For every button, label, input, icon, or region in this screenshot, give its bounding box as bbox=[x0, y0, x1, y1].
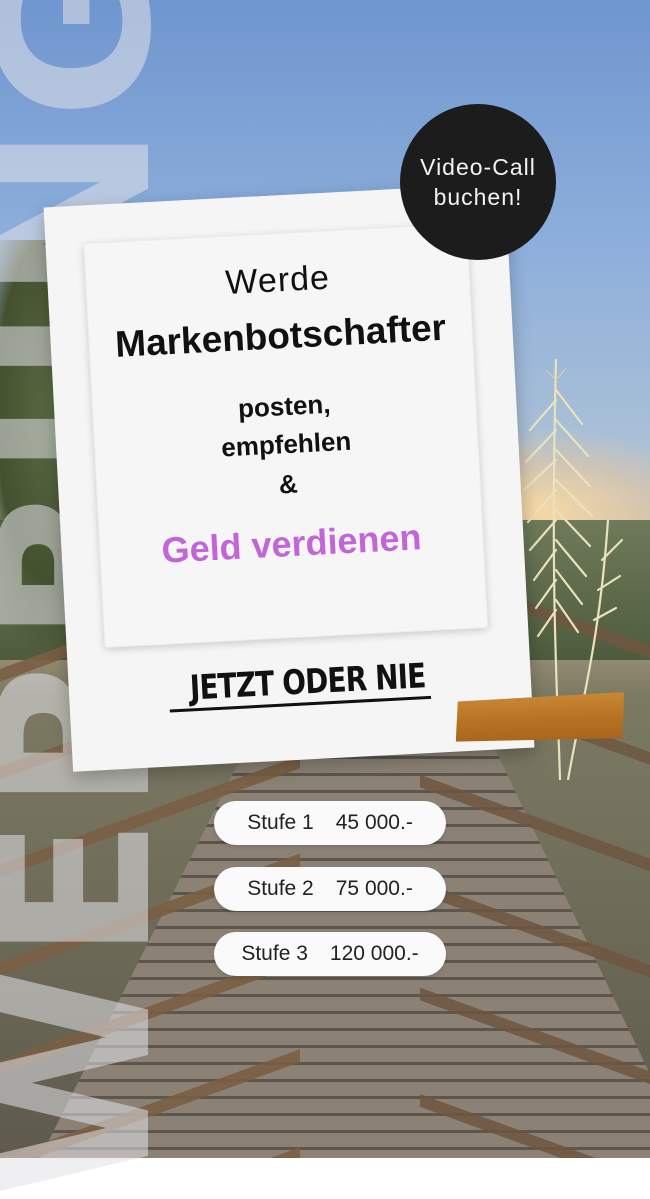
tier-pill-3[interactable]: Stufe 3 120 000.- bbox=[214, 932, 446, 976]
video-call-label-line2: buchen! bbox=[433, 184, 523, 210]
video-call-label-line1: Video-Call bbox=[420, 154, 536, 180]
tier-label: Stufe 2 bbox=[247, 877, 314, 900]
cta-label: JETZT ODER NIE bbox=[167, 655, 432, 713]
text-geld-verdienen: Geld verdienen bbox=[160, 516, 423, 571]
video-call-button[interactable]: Video-Call buchen! bbox=[400, 104, 556, 260]
tier-amount: 120 000.- bbox=[329, 942, 419, 965]
tier-label: Stufe 3 bbox=[241, 942, 308, 965]
headline-markenbotschafter: Markenbotschafter bbox=[114, 306, 447, 365]
tier-amount: 75 000.- bbox=[335, 877, 413, 900]
polaroid-card: Werde Markenbotschafter posten, empfehle… bbox=[43, 183, 535, 772]
headline-werde: Werde bbox=[224, 258, 331, 303]
tier-amount: 45 000.- bbox=[335, 811, 413, 834]
tier-pill-2[interactable]: Stufe 2 75 000.- bbox=[214, 867, 446, 911]
tier-pill-1[interactable]: Stufe 1 45 000.- bbox=[214, 801, 446, 845]
tier-label: Stufe 1 bbox=[247, 811, 314, 834]
polaroid-photo-area: Werde Markenbotschafter posten, empfehle… bbox=[83, 223, 489, 648]
